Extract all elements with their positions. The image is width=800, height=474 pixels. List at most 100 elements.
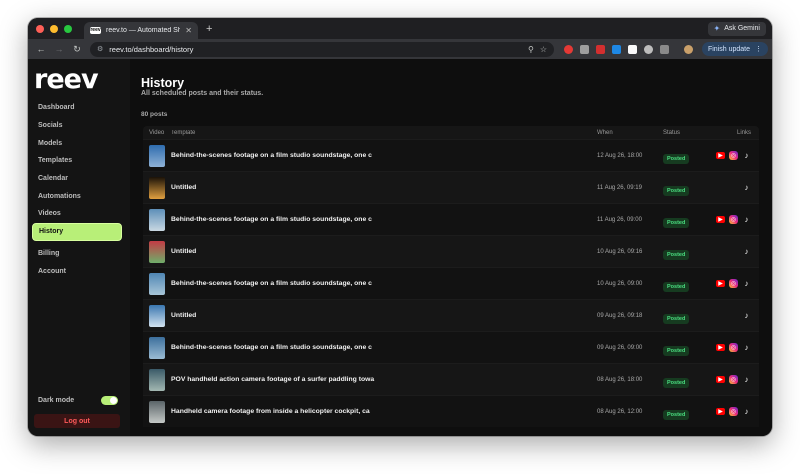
video-thumbnail[interactable] [149, 336, 165, 359]
forward-icon[interactable]: → [50, 44, 68, 54]
address-bar[interactable]: ⚙ reev.to/dashboard/history ⚲ ☆ [90, 41, 554, 57]
youtube-link-icon[interactable]: ▶ [716, 280, 725, 287]
video-cell [143, 368, 171, 391]
table-row[interactable]: Behind-the-scenes footage on a film stud… [143, 267, 759, 299]
youtube-link-icon[interactable]: ▶ [716, 376, 725, 383]
table-row[interactable]: Behind-the-scenes footage on a film stud… [143, 139, 759, 171]
video-cell [143, 144, 171, 167]
video-thumbnail[interactable] [149, 272, 165, 295]
table-row[interactable]: Behind-the-scenes footage on a film stud… [143, 331, 759, 363]
table-header: Video Template When Status Links [143, 126, 759, 139]
browser-tab[interactable]: reev reev.to — Automated Shorts ✕ [84, 22, 198, 39]
table-row[interactable]: Handheld camera footage from inside a he… [143, 395, 759, 427]
sidebar-item-history[interactable]: History [32, 222, 122, 241]
tiktok-link-icon[interactable]: ♪ [742, 279, 751, 288]
table-row[interactable]: Untitled 11 Aug 26, 09:19 Posted ♪ [143, 171, 759, 203]
tiktok-link-icon[interactable]: ♪ [742, 183, 751, 192]
extension-shield-icon[interactable] [612, 44, 621, 54]
tab-title: reev.to — Automated Shorts [106, 27, 181, 34]
app-page: reev Dashboard Socials Models Templates … [28, 59, 772, 436]
kebab-menu-icon[interactable]: ⋮ [755, 45, 762, 53]
video-thumbnail[interactable] [149, 176, 165, 199]
template-text: Untitled [171, 248, 197, 255]
logout-button[interactable]: Log out [34, 414, 120, 428]
video-thumbnail[interactable] [149, 208, 165, 231]
template-text: Behind-the-scenes footage on a film stud… [171, 216, 372, 223]
video-cell [143, 304, 171, 327]
tiktok-link-icon[interactable]: ♪ [742, 343, 751, 352]
table-row[interactable]: Untitled 10 Aug 26, 09:16 Posted ♪ [143, 235, 759, 267]
video-thumbnail[interactable] [149, 368, 165, 391]
links-cell: ♪ [709, 183, 759, 192]
video-thumbnail[interactable] [149, 400, 165, 423]
sidebar-item-socials[interactable]: Socials [32, 117, 122, 135]
video-cell [143, 176, 171, 199]
extension-hand-icon[interactable] [644, 44, 653, 54]
sidebar-item-dashboard[interactable]: Dashboard [32, 99, 122, 117]
sidebar-item-videos[interactable]: Videos [32, 205, 122, 223]
close-tab-icon[interactable]: ✕ [185, 26, 192, 35]
close-window-button[interactable] [36, 24, 44, 33]
instagram-link-icon[interactable]: ◎ [729, 407, 738, 416]
table-row[interactable]: Untitled 09 Aug 26, 09:18 Posted ♪ [143, 299, 759, 331]
status-cell: Posted [663, 275, 709, 293]
extension-m-icon[interactable] [628, 44, 637, 54]
sidebar-item-models[interactable]: Models [32, 134, 122, 152]
tiktok-link-icon[interactable]: ♪ [742, 375, 751, 384]
when-text: 09 Aug 26, 09:00 [597, 344, 643, 351]
browser-window: reev reev.to — Automated Shorts ✕ + ✦ As… [28, 18, 772, 436]
extension-grid-icon[interactable] [580, 44, 589, 54]
extension-pdf-icon[interactable] [596, 44, 605, 54]
ask-gemini-button[interactable]: ✦ Ask Gemini [707, 21, 766, 36]
status-cell: Posted [663, 243, 709, 261]
extension-red-icon[interactable] [564, 44, 573, 54]
minimize-window-button[interactable] [50, 24, 58, 33]
tiktok-link-icon[interactable]: ♪ [742, 151, 751, 160]
site-info-icon[interactable]: ⚙ [97, 45, 103, 53]
new-tab-button[interactable]: + [206, 23, 212, 35]
status-cell: Posted [663, 403, 709, 421]
table-body: Behind-the-scenes footage on a film stud… [143, 139, 759, 427]
youtube-link-icon[interactable]: ▶ [716, 216, 725, 223]
tiktok-link-icon[interactable]: ♪ [742, 247, 751, 256]
table-row[interactable]: POV handheld action camera footage of a … [143, 363, 759, 395]
sidebar-item-templates[interactable]: Templates [32, 152, 122, 170]
video-thumbnail[interactable] [149, 144, 165, 167]
instagram-link-icon[interactable]: ◎ [729, 343, 738, 352]
sidebar-item-billing[interactable]: Billing [32, 245, 122, 263]
instagram-link-icon[interactable]: ◎ [729, 375, 738, 384]
sidebar-item-calendar[interactable]: Calendar [32, 170, 122, 188]
instagram-link-icon[interactable]: ◎ [729, 151, 738, 160]
finish-update-label: Finish update [707, 45, 750, 53]
instagram-link-icon[interactable]: ◎ [729, 279, 738, 288]
table-row[interactable]: Behind-the-scenes footage on a film stud… [143, 203, 759, 235]
app-logo[interactable]: reev [34, 65, 99, 95]
profile-avatar[interactable] [684, 44, 693, 54]
youtube-link-icon[interactable]: ▶ [716, 152, 725, 159]
video-thumbnail[interactable] [149, 240, 165, 263]
video-cell [143, 240, 171, 263]
dark-mode-toggle[interactable] [101, 396, 118, 405]
status-badge: Posted [663, 185, 690, 196]
sidebar-item-automations[interactable]: Automations [32, 187, 122, 205]
finish-update-button[interactable]: Finish update ⋮ [701, 42, 768, 56]
video-cell [143, 336, 171, 359]
video-thumbnail[interactable] [149, 304, 165, 327]
links-cell: ▶ ◎ ♪ [709, 407, 759, 416]
zoom-icon[interactable]: ⚲ [528, 45, 534, 54]
reload-icon[interactable]: ↻ [68, 44, 86, 55]
bookmark-star-icon[interactable]: ☆ [540, 45, 547, 54]
youtube-link-icon[interactable]: ▶ [716, 408, 725, 415]
tiktok-link-icon[interactable]: ♪ [742, 215, 751, 224]
maximize-window-button[interactable] [64, 24, 72, 33]
status-badge: Posted [663, 313, 690, 324]
tiktok-link-icon[interactable]: ♪ [742, 311, 751, 320]
youtube-link-icon[interactable]: ▶ [716, 344, 725, 351]
sidebar-item-account[interactable]: Account [32, 263, 122, 281]
back-icon[interactable]: ← [32, 44, 50, 54]
links-cell: ♪ [709, 247, 759, 256]
tiktok-link-icon[interactable]: ♪ [742, 407, 751, 416]
status-cell: Posted [663, 371, 709, 389]
instagram-link-icon[interactable]: ◎ [729, 215, 738, 224]
extensions-puzzle-icon[interactable] [660, 44, 669, 54]
